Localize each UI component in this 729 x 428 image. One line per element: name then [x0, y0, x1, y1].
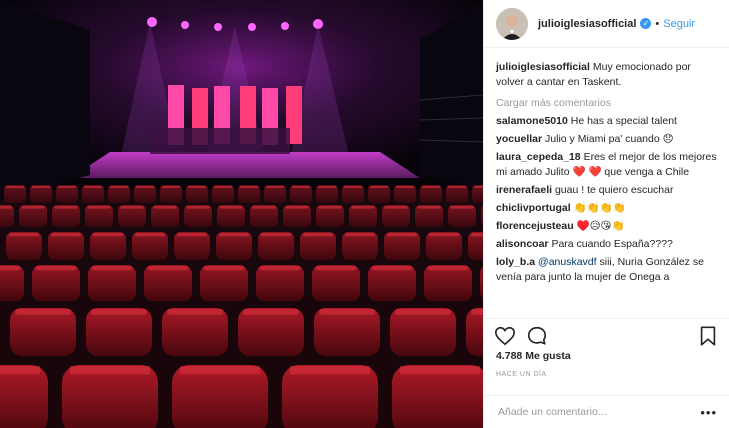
follow-button[interactable]: Seguir — [663, 18, 695, 30]
comment-item: florencejusteau ♥️😥😘👏 — [496, 219, 717, 234]
post-side-panel: julioiglesiasofficial ✓ • Seguir julioig… — [483, 0, 729, 428]
heart-icon[interactable] — [494, 325, 516, 347]
comment-item: laura_cepeda_18 Eres el mejor de los mej… — [496, 150, 717, 180]
comments-list[interactable]: julioiglesiasofficial Muy emocionado por… — [484, 60, 729, 316]
comment-username[interactable]: alisoncoar — [496, 238, 549, 250]
more-options-icon[interactable]: ••• — [700, 405, 717, 420]
comment-username[interactable]: laura_cepeda_18 — [496, 151, 581, 163]
post-username[interactable]: julioiglesiasofficial — [538, 18, 636, 30]
comment-icon[interactable] — [526, 325, 548, 347]
comment-item: chiclivportugal 👏👏👏👏 — [496, 201, 717, 216]
load-more-comments-button[interactable]: Cargar más comentarios — [496, 96, 717, 111]
comment-mention[interactable]: @anuskavdf — [538, 256, 597, 268]
bookmark-icon[interactable] — [697, 325, 719, 347]
comment-input[interactable] — [496, 405, 701, 419]
post-caption: julioiglesiasofficial Muy emocionado por… — [496, 60, 717, 90]
comment-text: 👏👏👏👏 — [573, 202, 626, 214]
separator-dot: • — [655, 17, 660, 30]
comment-username[interactable]: florencejusteau — [496, 220, 574, 232]
add-comment-bar: ••• — [484, 395, 729, 428]
comment-username[interactable]: chiclivportugal — [496, 202, 571, 214]
comment-item: salamone5010 He has a special talent — [496, 114, 717, 129]
post-timestamp[interactable]: HACE UN DÍA — [496, 371, 547, 378]
likes-count[interactable]: 4.788 Me gusta — [496, 350, 571, 362]
comment-text: He has a special talent — [570, 115, 677, 127]
concert-hall-image — [0, 0, 483, 428]
comment-text: ♥️😥😘👏 — [576, 220, 625, 232]
post-header: julioiglesiasofficial ✓ • Seguir — [484, 0, 729, 48]
comment-item: yocuellar Julio y Miami pa' cuando 😞 — [496, 132, 717, 147]
verified-badge-icon: ✓ — [640, 18, 652, 29]
avatar[interactable] — [496, 7, 528, 40]
comment-username[interactable]: salamone5010 — [496, 115, 568, 127]
comment-username[interactable]: loly_b.a — [496, 256, 535, 268]
comment-text: Julio y Miami pa' cuando 😞 — [545, 133, 674, 145]
caption-username[interactable]: julioiglesiasofficial — [496, 61, 590, 73]
comment-item: alisoncoar Para cuando España???? — [496, 237, 717, 252]
comment-text: guau ! te quiero escuchar — [554, 184, 674, 196]
comment-item: loly_b.a @anuskavdf siii, Nuria González… — [496, 255, 717, 285]
comment-item: irenerafaeli guau ! te quiero escuchar — [496, 183, 717, 198]
comment-username[interactable]: yocuellar — [496, 133, 542, 145]
comment-username[interactable]: irenerafaeli — [496, 184, 552, 196]
comment-text: Para cuando España???? — [551, 238, 673, 250]
post-photo[interactable] — [0, 0, 483, 428]
post-actions — [484, 318, 729, 348]
